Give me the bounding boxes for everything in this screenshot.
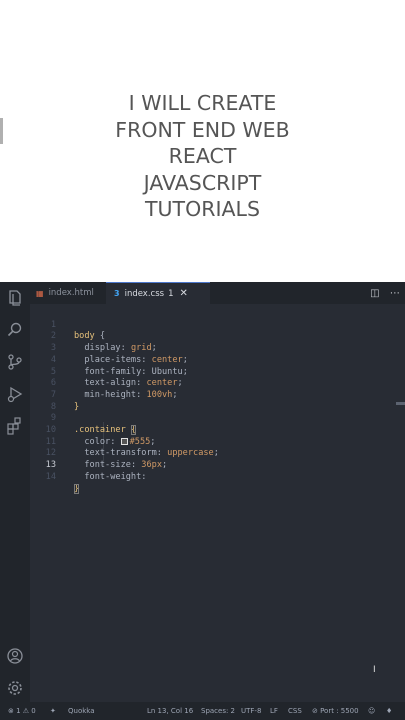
tab-label: index.html bbox=[48, 288, 94, 298]
activity-bar bbox=[0, 282, 30, 702]
more-actions-icon[interactable]: ⋯ bbox=[390, 288, 400, 299]
search-icon[interactable] bbox=[5, 320, 25, 340]
cursor-position[interactable]: Ln 13, Col 16 bbox=[147, 702, 193, 720]
preview-line: React bbox=[168, 144, 237, 168]
html-file-icon: ▦ bbox=[36, 288, 44, 298]
live-server-port[interactable]: ⊘ Port : 5500 bbox=[312, 702, 359, 720]
live-preview-pane: I will create front end web React Javasc… bbox=[0, 0, 405, 282]
css-property: font-weight bbox=[84, 471, 142, 482]
preview-line: Javascript bbox=[143, 170, 262, 195]
source-control-icon[interactable] bbox=[5, 352, 25, 372]
run-debug-icon[interactable] bbox=[5, 384, 25, 404]
code-line: 3 place-items: center; bbox=[30, 331, 405, 365]
line-number: 14 bbox=[45, 471, 56, 482]
code-editor-window: ▦ index.html 3 index.css 1 ✕ ◫ ⋯ 1 body … bbox=[0, 282, 405, 720]
problem-count-badge: 1 bbox=[168, 288, 174, 299]
preview-line: front end web bbox=[115, 117, 290, 142]
code-line: 8 bbox=[30, 390, 405, 412]
code-line: 1 body { bbox=[30, 308, 405, 342]
explorer-icon[interactable] bbox=[5, 288, 25, 308]
eol-status[interactable]: LF bbox=[270, 702, 278, 720]
quokka-status[interactable]: Quokka bbox=[68, 702, 95, 720]
encoding-status[interactable]: UTF-8 bbox=[241, 702, 261, 720]
preview-line: tutorials bbox=[145, 197, 260, 221]
mouse-cursor-icon: Ⅰ bbox=[373, 665, 376, 675]
indentation-status[interactable]: Spaces: 2 bbox=[201, 702, 235, 720]
settings-gear-icon[interactable] bbox=[5, 678, 25, 698]
code-line: 9 .container { bbox=[30, 402, 405, 435]
code-line: 14 } bbox=[30, 460, 405, 494]
status-bar: ⊗ 1 ⚠ 0 ✦ Quokka Ln 13, Col 16 Spaces: 2… bbox=[0, 702, 405, 720]
account-status-icon[interactable]: ☺ bbox=[368, 702, 375, 720]
close-tab-icon[interactable]: ✕ bbox=[180, 288, 188, 299]
extensions-icon[interactable] bbox=[5, 416, 25, 436]
scrollbar-marker[interactable] bbox=[396, 402, 405, 405]
code-line: 5 text-align: center; bbox=[30, 355, 405, 389]
code-line: 7 } bbox=[30, 378, 405, 412]
account-icon[interactable] bbox=[5, 646, 25, 666]
split-editor-icon[interactable]: ◫ bbox=[370, 288, 379, 299]
language-mode[interactable]: CSS bbox=[288, 702, 302, 720]
code-line: 12 font-size: 36px; bbox=[30, 437, 405, 470]
editor-tab-bar: ▦ index.html 3 index.css 1 ✕ ◫ ⋯ bbox=[30, 282, 405, 304]
code-line: 11 text-transform: uppercase; bbox=[30, 425, 405, 459]
problems-status[interactable]: ⊗ 1 ⚠ 0 bbox=[8, 702, 36, 720]
code-line: 10 color: #555; bbox=[30, 413, 405, 447]
code-line: 2 display: grid; bbox=[30, 320, 405, 353]
code-area[interactable]: 1 body { 2 display: grid; 3 place-items:… bbox=[30, 304, 405, 702]
code-line: 4 font-family: Ubuntu; bbox=[30, 343, 405, 377]
editor-actions: ◫ ⋯ bbox=[365, 282, 405, 304]
tab-label: index.css bbox=[124, 288, 165, 299]
code-line-active: 13 font-weight: bbox=[30, 448, 405, 482]
notifications-bell-icon[interactable]: ♦ bbox=[386, 702, 392, 720]
css-file-icon: 3 bbox=[114, 289, 120, 298]
preview-line: I will create bbox=[128, 91, 277, 115]
tab-index-css[interactable]: 3 index.css 1 ✕ bbox=[106, 282, 210, 304]
preview-container-text: I will create front end web React Javasc… bbox=[0, 90, 405, 223]
quokka-icon: ✦ bbox=[50, 707, 56, 715]
matched-close-brace: } bbox=[74, 483, 80, 494]
tab-index-html[interactable]: ▦ index.html bbox=[30, 282, 106, 304]
code-line: 6 min-height: 100vh; bbox=[30, 367, 405, 400]
